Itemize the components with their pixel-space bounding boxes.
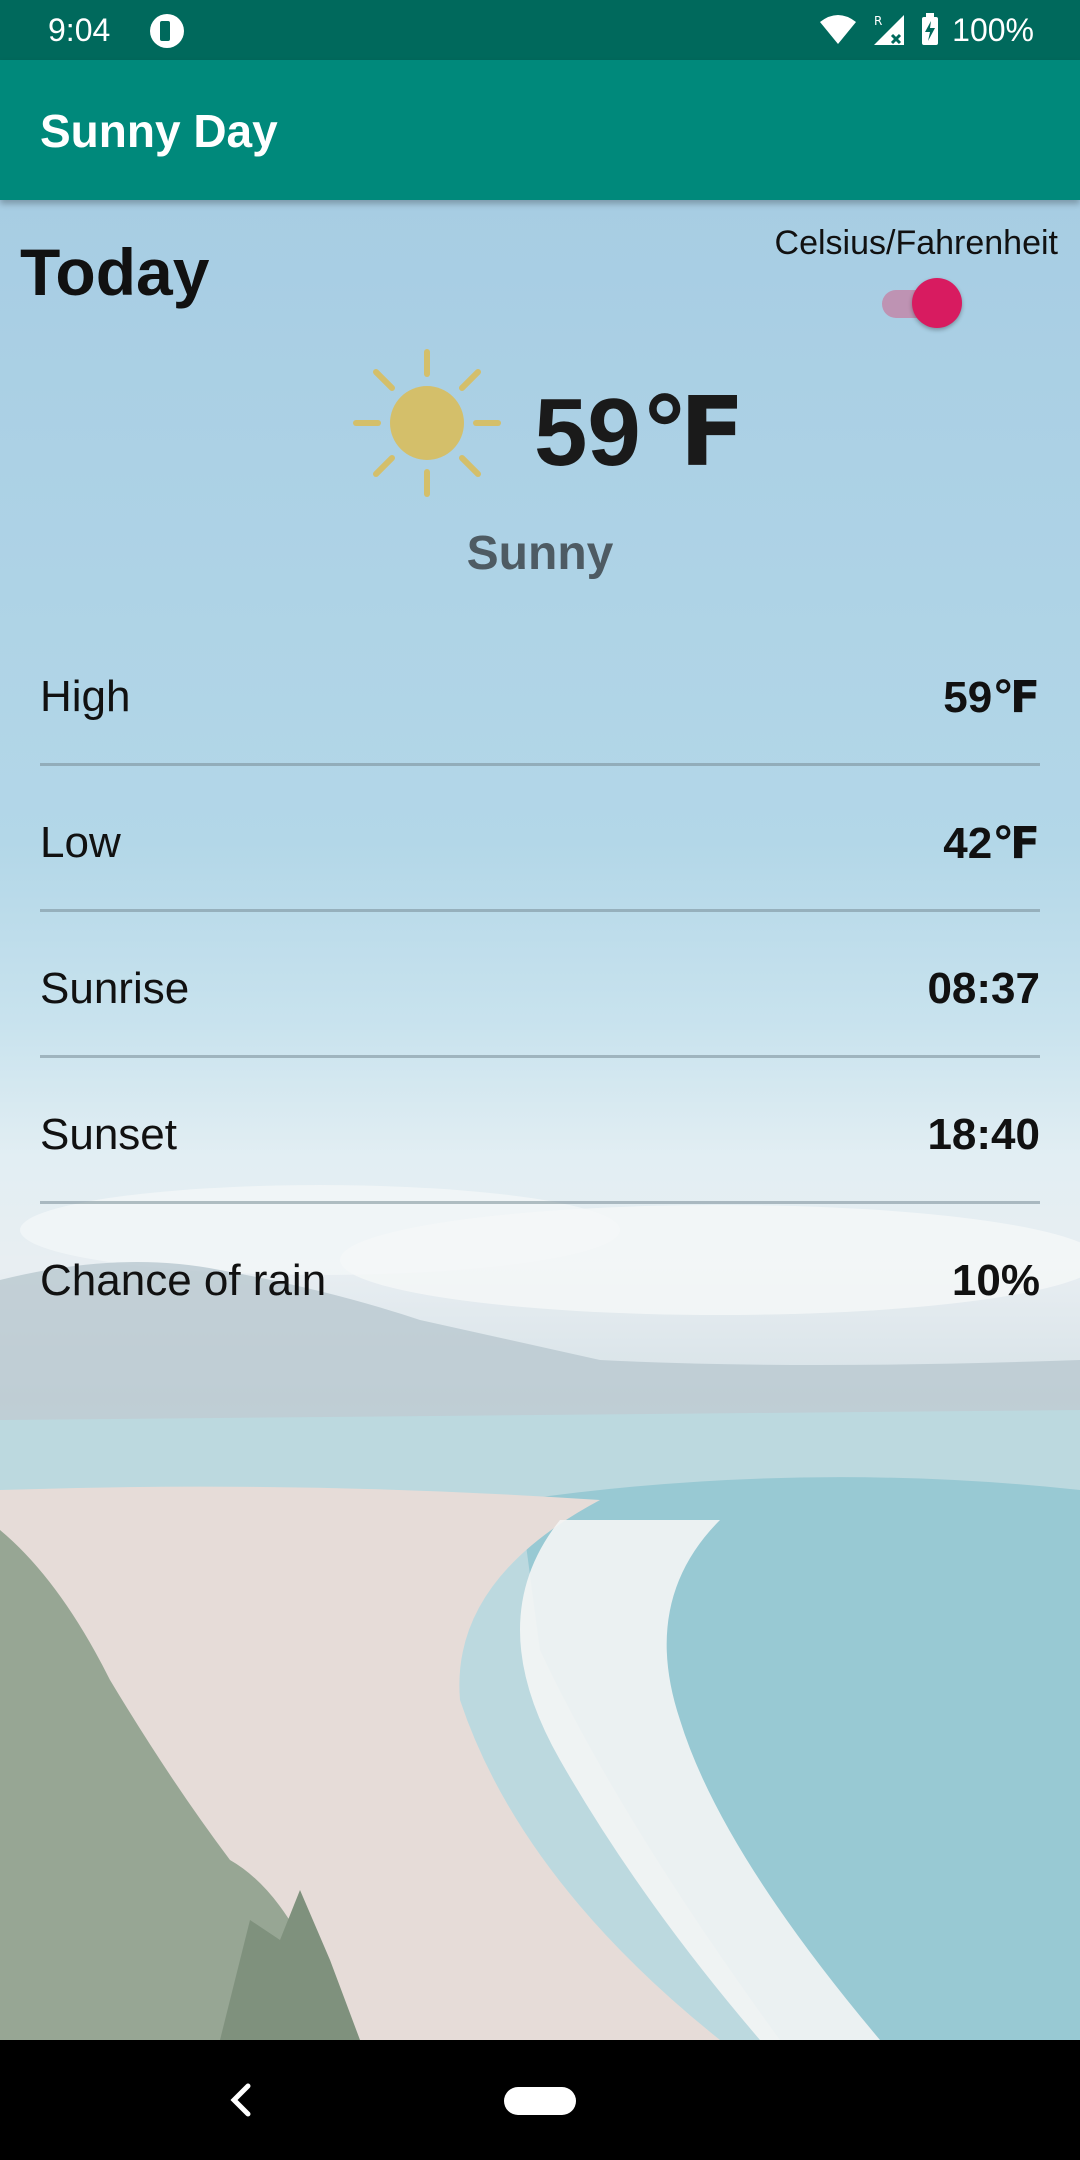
today-heading: Today bbox=[20, 235, 210, 309]
back-icon[interactable] bbox=[222, 2078, 262, 2122]
detail-value: 59℉ bbox=[943, 673, 1040, 722]
app-title: Sunny Day bbox=[40, 105, 278, 157]
cellular-roaming-icon: R bbox=[874, 14, 905, 45]
svg-text:R: R bbox=[874, 14, 882, 28]
detail-row-sunrise: Sunrise 08:37 bbox=[40, 912, 1040, 1058]
system-nav-bar bbox=[0, 2040, 1080, 2160]
unit-toggle-label: Celsius/Fahrenheit bbox=[774, 224, 1058, 262]
detail-row-sunset: Sunset 18:40 bbox=[40, 1058, 1040, 1204]
detail-row-low: Low 42℉ bbox=[40, 766, 1040, 912]
battery-charging-icon bbox=[922, 13, 939, 45]
wifi-icon bbox=[820, 15, 857, 44]
sun-icon bbox=[353, 349, 501, 497]
app-bar: Sunny Day bbox=[0, 60, 1080, 200]
battery-percent: 100% bbox=[952, 11, 1034, 48]
detail-label: Sunset bbox=[40, 1110, 177, 1159]
main-content: Today Celsius/Fahrenheit 59℉ Sunny High … bbox=[0, 200, 1080, 2040]
celsius-fahrenheit-switch[interactable] bbox=[882, 278, 962, 328]
detail-label: High bbox=[40, 672, 131, 721]
detail-value: 10% bbox=[951, 1256, 1040, 1305]
detail-row-chance-of-rain: Chance of rain 10% bbox=[40, 1204, 1040, 1347]
detail-value: 18:40 bbox=[927, 1110, 1040, 1159]
app-notification-icon bbox=[150, 14, 184, 48]
home-pill-icon[interactable] bbox=[504, 2087, 576, 2115]
detail-value: 42℉ bbox=[943, 819, 1040, 868]
weather-details-list: High 59℉ Low 42℉ Sunrise 08:37 Sunset 18… bbox=[40, 620, 1040, 1347]
status-bar: 9:04 R 100% bbox=[0, 0, 1080, 60]
detail-value: 08:37 bbox=[927, 964, 1040, 1013]
status-time: 9:04 bbox=[48, 12, 111, 48]
detail-label: Chance of rain bbox=[40, 1256, 327, 1305]
detail-label: Low bbox=[40, 818, 121, 867]
switch-thumb[interactable] bbox=[912, 278, 962, 328]
weather-condition: Sunny bbox=[466, 527, 614, 580]
current-temperature: 59℉ bbox=[534, 379, 746, 486]
detail-label: Sunrise bbox=[40, 964, 190, 1013]
detail-row-high: High 59℉ bbox=[40, 620, 1040, 766]
status-icons: R 100% bbox=[818, 10, 1034, 50]
